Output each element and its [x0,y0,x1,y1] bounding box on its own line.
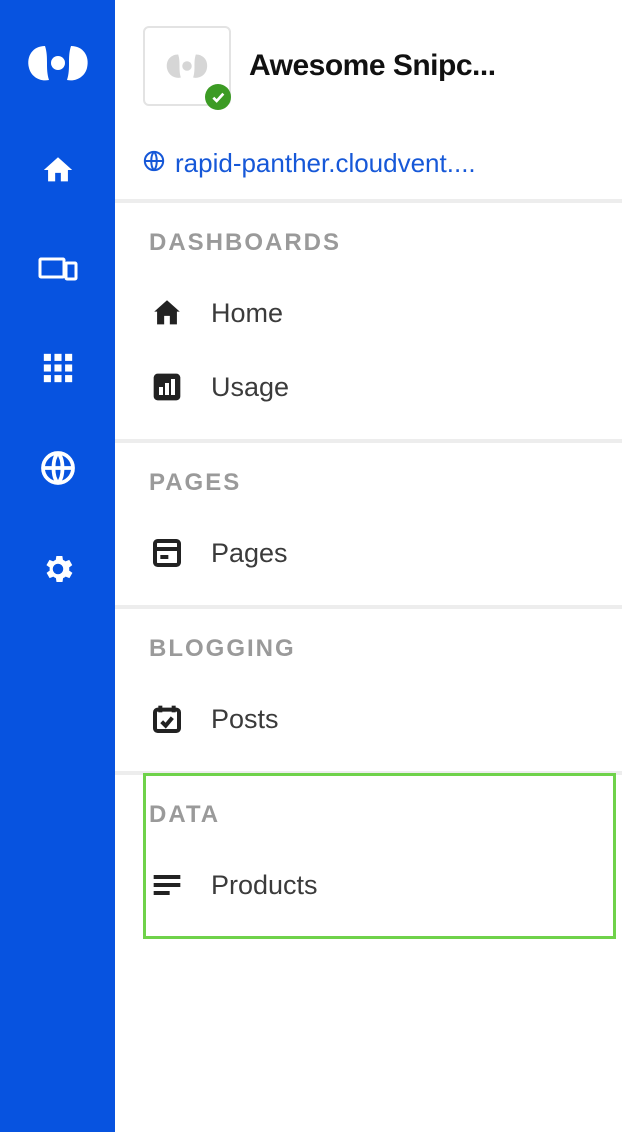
globe-icon [143,150,165,177]
status-check-icon [205,84,231,110]
nav-item-posts[interactable]: Posts [149,691,622,747]
nav-item-pages[interactable]: Pages [149,525,622,581]
icon-rail [0,0,115,1132]
section-title: DATA [149,801,622,829]
site-header: Awesome Snipc... rapid-panther.cloudvent… [115,0,622,199]
home-icon [149,295,185,331]
calendar-check-icon [149,701,185,737]
nav-item-home[interactable]: Home [149,285,622,341]
sidebar-panel: Awesome Snipc... rapid-panther.cloudvent… [115,0,622,1132]
chart-icon [149,369,185,405]
list-icon [149,867,185,903]
section-blogging: BLOGGING Posts [115,609,622,775]
thumbnail-logo-icon [163,49,211,83]
section-title: PAGES [149,469,622,497]
section-data: DATA Products [115,775,622,937]
nav-item-usage[interactable]: Usage [149,359,622,415]
rail-globe-icon[interactable] [40,450,76,491]
site-thumbnail[interactable] [143,26,231,106]
nav-sections: DASHBOARDS Home Usage PAGES Pages [115,199,622,937]
rail-devices-icon[interactable] [38,252,78,291]
nav-item-label: Home [211,298,283,329]
section-pages: PAGES Pages [115,443,622,609]
nav-item-label: Products [211,870,318,901]
rail-settings-gear-icon[interactable] [40,551,76,592]
page-icon [149,535,185,571]
brand-logo-icon [23,38,93,93]
site-title[interactable]: Awesome Snipc... [249,49,496,83]
site-url-link[interactable]: rapid-panther.cloudvent.... [175,148,476,179]
nav-item-products[interactable]: Products [149,857,622,913]
nav-item-label: Usage [211,372,289,403]
nav-item-label: Pages [211,538,288,569]
section-title: BLOGGING [149,635,622,663]
section-title: DASHBOARDS [149,229,622,257]
section-dashboards: DASHBOARDS Home Usage [115,203,622,443]
rail-apps-grid-icon[interactable] [41,351,75,390]
nav-item-label: Posts [211,704,279,735]
rail-home-icon[interactable] [41,153,75,192]
